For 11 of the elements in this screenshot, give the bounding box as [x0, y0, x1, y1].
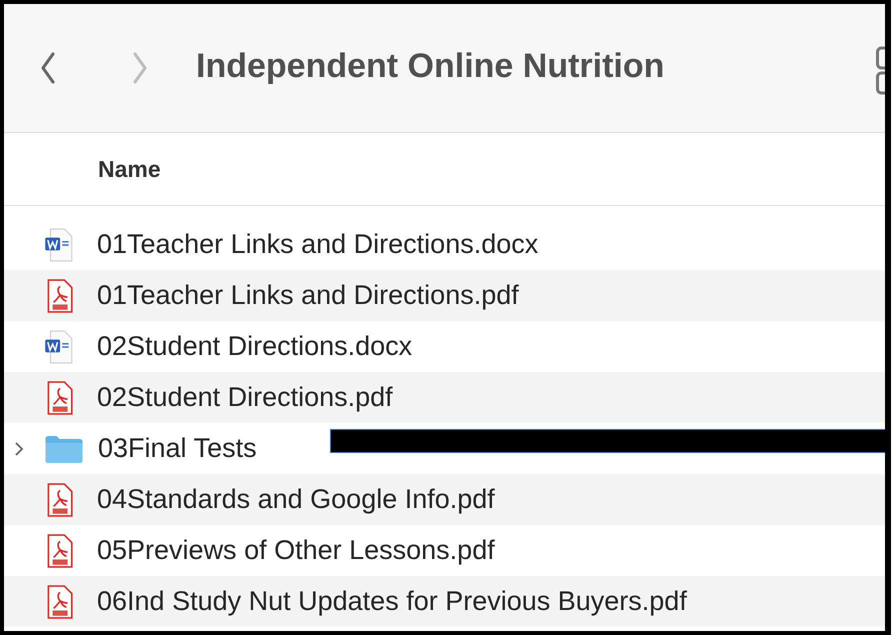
file-name[interactable]: 02Student Directions.pdf — [97, 382, 393, 413]
column-header[interactable]: Name — [98, 156, 161, 182]
file-name[interactable]: 06Ind Study Nut Updates for Previous Buyers.pdf — [97, 586, 687, 617]
file-name[interactable]: 01Teacher Links and Directions.pdf — [97, 280, 519, 311]
file-name[interactable]: 03Final Tests — [98, 433, 257, 464]
file-name[interactable]: 02Student Directions.docx — [97, 331, 412, 362]
file-name[interactable]: 05Previews of Other Lessons.pdf — [97, 535, 495, 566]
disclosure-icon[interactable] — [14, 440, 24, 456]
window-title: Independent Online Nutrition — [196, 46, 664, 86]
file-name[interactable]: 01Teacher Links and Directions.docx — [97, 229, 538, 260]
file-name[interactable]: 04Standards and Google Info.pdf — [97, 484, 495, 515]
